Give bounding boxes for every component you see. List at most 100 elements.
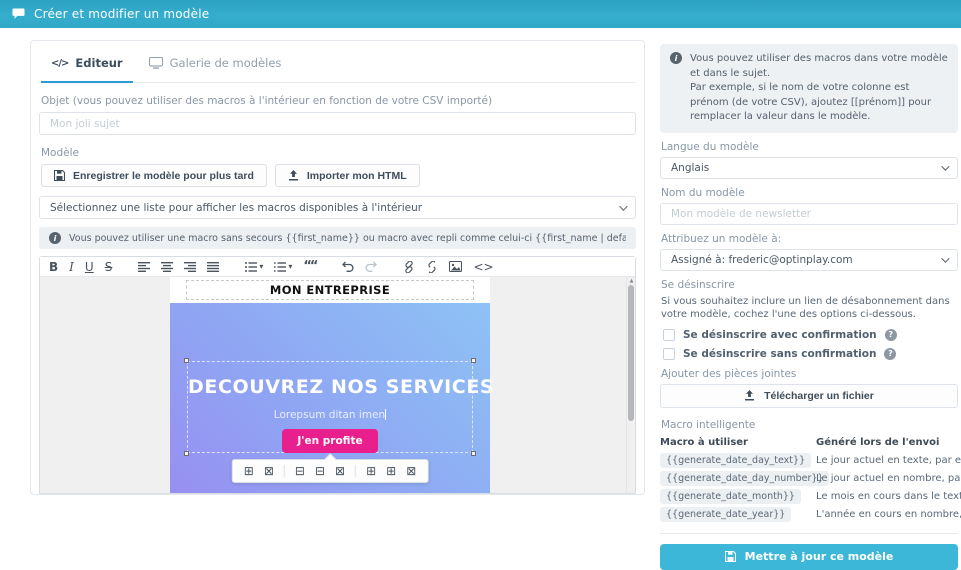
- chevron-down-icon: [619, 202, 627, 210]
- help-icon[interactable]: ?: [884, 348, 896, 360]
- macro-info-text: Vous pouvez utiliser une macro sans seco…: [69, 233, 626, 244]
- link-icon[interactable]: [403, 261, 415, 273]
- top-bar: Créer et modifier un modèle: [0, 0, 961, 28]
- checkbox-row-sans: Se désinscrire sans confirmation ?: [663, 348, 955, 360]
- upload-file-button[interactable]: Télécharger un fichier: [660, 384, 958, 408]
- cta-button[interactable]: J'en profite: [282, 429, 377, 453]
- settings-panel: i Vous pouvez utiliser des macros dans v…: [660, 44, 958, 570]
- macro-badge[interactable]: {{generate_date_month}}: [660, 489, 801, 504]
- list-select[interactable]: Sélectionnez une liste pour afficher les…: [39, 196, 636, 219]
- underline-icon[interactable]: U: [85, 261, 94, 273]
- macro-info-box: i Vous pouvez utiliser une macro sans se…: [39, 227, 636, 249]
- attribuez-select-value: Assigné à: frederic@optinplay.com: [671, 254, 853, 266]
- langue-label: Langue du modèle: [661, 141, 957, 153]
- wysiwyg-editor: B I U S ▾ ▾: [39, 256, 636, 494]
- scrollbar-thumb[interactable]: [628, 285, 634, 421]
- macro-table: Macro à utiliser Généré lors de l'envoi …: [660, 435, 958, 522]
- resize-handle-bottom-left[interactable]: [184, 451, 189, 456]
- unlink-icon[interactable]: [426, 261, 438, 273]
- checkbox-avec-confirmation[interactable]: [663, 329, 675, 341]
- import-html-button[interactable]: Importer mon HTML: [275, 164, 420, 187]
- editor-scrollbar[interactable]: ▲: [626, 277, 635, 493]
- text-cursor: [385, 409, 386, 420]
- update-template-button[interactable]: Mettre à jour ce modèle: [660, 544, 958, 570]
- monitor-icon: [149, 57, 163, 69]
- company-name: MON ENTREPRISE: [270, 283, 390, 297]
- unordered-list-icon[interactable]: ▾: [245, 262, 263, 272]
- image-icon[interactable]: [449, 261, 462, 272]
- objet-input[interactable]: [39, 112, 636, 135]
- page-title: Créer et modifier un modèle: [34, 7, 209, 21]
- caret-down-icon: ▾: [288, 263, 292, 271]
- checkbox-avec-label: Se désinscrire avec confirmation: [683, 329, 877, 341]
- blockquote-icon[interactable]: ““: [303, 260, 316, 273]
- insert-row-below-icon[interactable]: ⊟: [295, 465, 305, 477]
- macro-badge[interactable]: {{generate_date_day_text}}: [660, 453, 811, 468]
- chevron-down-icon: [941, 254, 949, 262]
- email-header-block[interactable]: MON ENTREPRISE: [170, 277, 490, 303]
- macro-description: L'année en cours en nombre, par exemple:…: [816, 509, 961, 520]
- company-block[interactable]: MON ENTREPRISE: [186, 280, 474, 300]
- align-left-icon[interactable]: [138, 262, 150, 272]
- resize-handle-bottom-right[interactable]: [471, 451, 476, 456]
- insert-row-above-icon[interactable]: ⊟: [315, 465, 325, 477]
- bold-icon[interactable]: B: [49, 261, 58, 273]
- chevron-down-icon: [941, 162, 949, 170]
- caret-down-icon: ▾: [259, 263, 263, 271]
- align-justify-icon[interactable]: [207, 262, 219, 272]
- code-icon: </>: [51, 58, 68, 69]
- email-banner[interactable]: DECOUVREZ NOS SERVICES Lorepsum ditan im…: [170, 303, 490, 493]
- upload-file-label: Télécharger un fichier: [764, 390, 874, 402]
- divider: [660, 533, 958, 534]
- help-icon[interactable]: ?: [885, 329, 897, 341]
- delete-column-icon[interactable]: ⊠: [406, 465, 416, 477]
- checkbox-sans-confirmation[interactable]: [663, 348, 675, 360]
- info-icon: i: [49, 232, 61, 244]
- resize-handle-top-right[interactable]: [471, 358, 476, 363]
- ordered-list-icon[interactable]: ▾: [274, 262, 292, 272]
- table-icon[interactable]: ⊞: [244, 465, 254, 477]
- banner-headline[interactable]: DECOUVREZ NOS SERVICES: [188, 376, 472, 398]
- delete-table-icon[interactable]: ⊠: [264, 465, 274, 477]
- macro-intelligente-label: Macro intelligente: [661, 419, 957, 431]
- strikethrough-icon[interactable]: S: [105, 261, 113, 273]
- tab-galerie[interactable]: Galerie de modèles: [139, 41, 292, 83]
- code-view-icon[interactable]: <>: [473, 261, 493, 273]
- checkbox-row-avec: Se désinscrire avec confirmation ?: [663, 329, 955, 341]
- tab-editeur[interactable]: </> Editeur: [41, 41, 133, 83]
- macro-badge[interactable]: {{generate_date_year}}: [660, 507, 791, 522]
- macro-table-header: Généré lors de l'envoi: [816, 435, 961, 450]
- resize-handle-top-left[interactable]: [184, 358, 189, 363]
- save-template-label: Enregistrer le modèle pour plus tard: [73, 170, 254, 182]
- objet-label: Objet (vous pouvez utiliser des macros à…: [41, 95, 634, 107]
- selection-box[interactable]: DECOUVREZ NOS SERVICES Lorepsum ditan im…: [187, 361, 473, 453]
- modele-buttons: Enregistrer le modèle pour plus tard Imp…: [41, 164, 634, 187]
- delete-row-icon[interactable]: ⊠: [335, 465, 345, 477]
- insert-column-left-icon[interactable]: ⊞: [366, 465, 376, 477]
- align-center-icon[interactable]: [161, 262, 173, 272]
- desinscrire-label: Se désinscrire: [661, 279, 957, 291]
- langue-select[interactable]: Anglais: [660, 157, 958, 179]
- insert-column-right-icon[interactable]: ⊞: [386, 465, 396, 477]
- attribuez-select[interactable]: Assigné à: frederic@optinplay.com: [660, 249, 958, 271]
- macro-badge[interactable]: {{generate_date_day_number}}: [660, 471, 829, 486]
- email-preview: MON ENTREPRISE DECOUVREZ NOS SERVICES Lo…: [170, 277, 490, 493]
- nom-label: Nom du modèle: [661, 187, 957, 199]
- redo-icon[interactable]: [365, 261, 377, 272]
- pieces-jointes-label: Ajouter des pièces jointes: [661, 368, 957, 380]
- banner-subtext[interactable]: Lorepsum ditan imen: [188, 409, 472, 421]
- scroll-up-icon[interactable]: ▲: [628, 278, 635, 284]
- macro-description: Le jour actuel en nombre, par exemple: 3…: [816, 473, 961, 484]
- update-template-label: Mettre à jour ce modèle: [745, 550, 894, 563]
- align-right-icon[interactable]: [184, 262, 196, 272]
- info-icon: i: [670, 52, 682, 64]
- macro-description: Le mois en cours dans le texte, par exem…: [816, 491, 961, 502]
- undo-icon[interactable]: [342, 261, 354, 272]
- langue-select-value: Anglais: [671, 162, 709, 174]
- italic-icon[interactable]: I: [69, 261, 74, 273]
- checkbox-sans-label: Se désinscrire sans confirmation: [683, 348, 876, 360]
- save-template-button[interactable]: Enregistrer le modèle pour plus tard: [41, 164, 267, 187]
- nom-input[interactable]: [660, 203, 958, 225]
- editor-canvas[interactable]: MON ENTREPRISE DECOUVREZ NOS SERVICES Lo…: [40, 277, 635, 493]
- popup-separator: [355, 465, 356, 477]
